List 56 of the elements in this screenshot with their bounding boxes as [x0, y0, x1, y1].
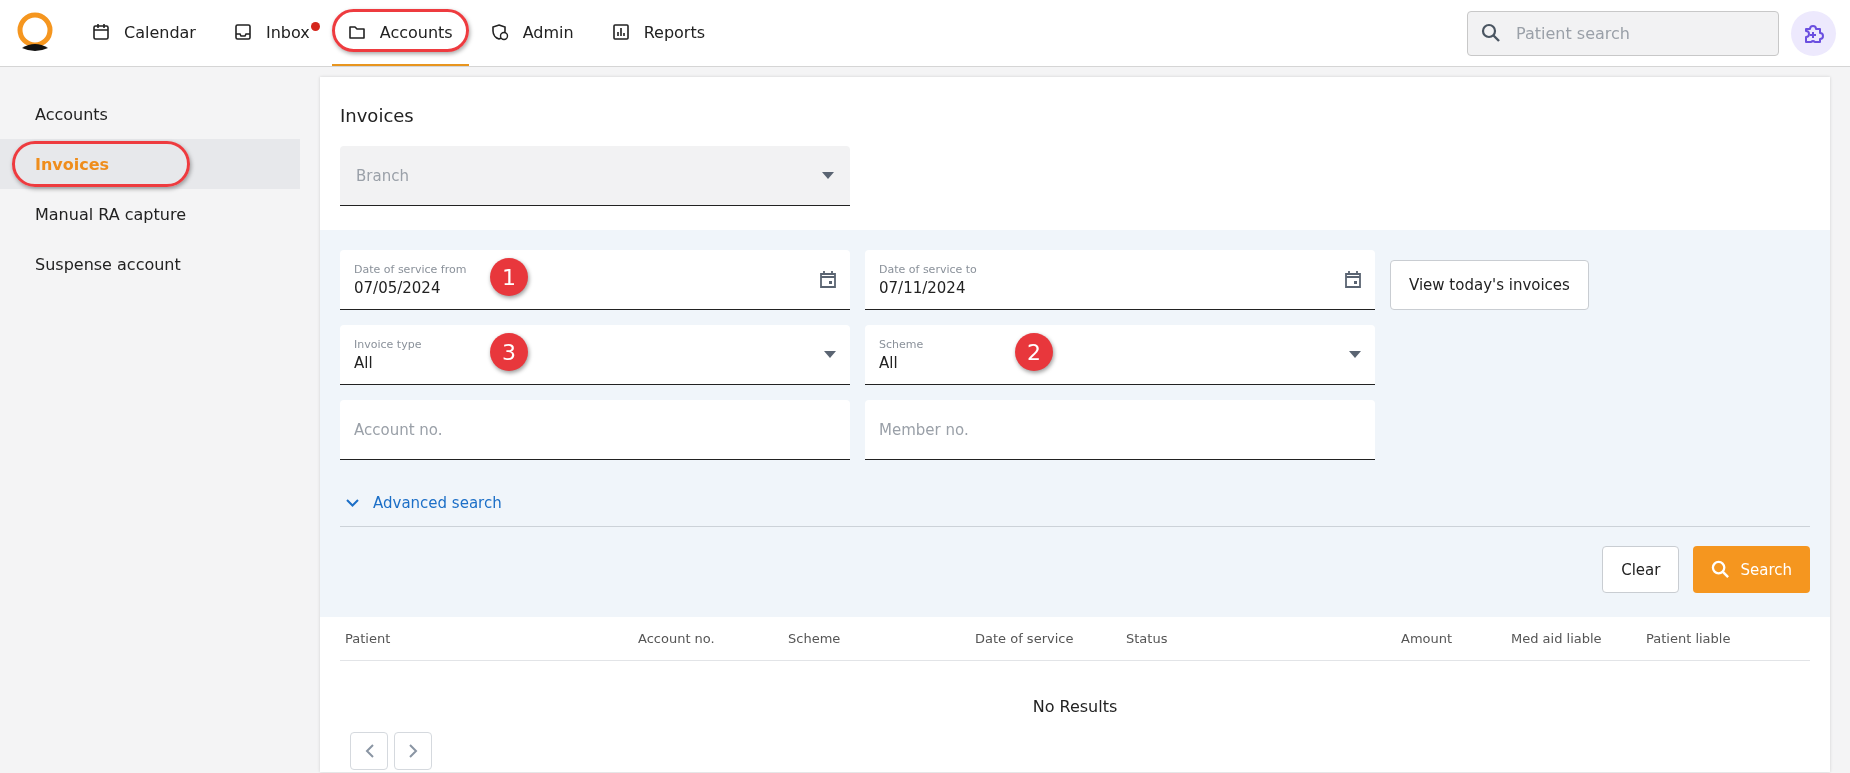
dropdown-field[interactable]: Scheme All 2	[865, 325, 1375, 385]
dropdown-caret-icon	[824, 351, 836, 358]
chevron-left-icon	[364, 744, 374, 758]
field-value: 07/11/2024	[879, 278, 967, 297]
date-field[interactable]: Date of service to 07/11/2024	[865, 250, 1375, 310]
field-label: Scheme	[879, 337, 925, 351]
callout-number: 2	[1015, 333, 1053, 371]
nav-tab[interactable]: Calendar	[76, 0, 212, 66]
field-label: Date of service from	[354, 262, 468, 276]
dropdown-caret-icon	[822, 172, 834, 179]
page-title: Invoices	[339, 104, 415, 128]
calendar-icon	[92, 23, 110, 41]
extension-button[interactable]	[1791, 10, 1836, 56]
column-header: Scheme	[788, 631, 842, 646]
sidebar-item[interactable]: Manual RA capture	[0, 189, 300, 239]
nav-tab[interactable]: Reports	[595, 0, 722, 66]
patient-search-field[interactable]: Patient search	[1467, 10, 1779, 56]
nav-tab[interactable]: Accounts	[331, 0, 469, 66]
column-header: Med aid liable	[1511, 631, 1603, 646]
dropdown-field[interactable]: Invoice type All 3	[340, 325, 850, 385]
nav-tab[interactable]: Admin	[474, 0, 590, 66]
field-value: All	[354, 353, 374, 372]
empty-message: No Results	[1032, 697, 1118, 716]
sidebar-item[interactable]: Accounts	[0, 89, 300, 139]
inbox-icon	[233, 23, 252, 41]
callout-number: 3	[490, 333, 528, 371]
folder-icon	[347, 23, 366, 41]
column-header: Status	[1126, 631, 1169, 646]
callout-number: 1	[490, 258, 528, 296]
field-label: Date of service to	[879, 262, 978, 276]
bar-chart-icon	[611, 23, 630, 41]
chevron-down-icon	[346, 499, 359, 507]
chevron-right-icon	[408, 744, 418, 758]
advanced-search-toggle[interactable]: Advanced search	[340, 494, 508, 526]
field-label: Invoice type	[354, 337, 423, 351]
column-header: Amount	[1401, 631, 1454, 646]
sidebar-item[interactable]: Suspense account	[0, 239, 300, 289]
column-header: Date of service	[975, 631, 1075, 646]
shield-person-icon	[490, 23, 509, 41]
field-placeholder: Account no.	[354, 420, 444, 439]
field-value: All	[879, 353, 899, 372]
calendar-icon[interactable]	[820, 271, 836, 288]
column-header: Patient liable	[1646, 631, 1732, 646]
notification-dot	[310, 22, 320, 31]
column-header: Patient	[345, 631, 392, 646]
field-placeholder: Member no.	[879, 420, 970, 439]
calendar-icon[interactable]	[1345, 271, 1361, 288]
dropdown-caret-icon	[1349, 351, 1361, 358]
view-today-button[interactable]: View today's invoices	[1390, 260, 1589, 310]
date-field[interactable]: Date of service from 07/05/2024 1	[340, 250, 850, 310]
column-header: Account no.	[638, 631, 716, 646]
search-icon	[1481, 22, 1501, 43]
clear-button[interactable]: Clear	[1602, 546, 1680, 593]
search-icon	[1711, 560, 1731, 579]
nav-tab[interactable]: Inbox	[217, 0, 326, 66]
field-value: 07/05/2024	[354, 278, 442, 297]
